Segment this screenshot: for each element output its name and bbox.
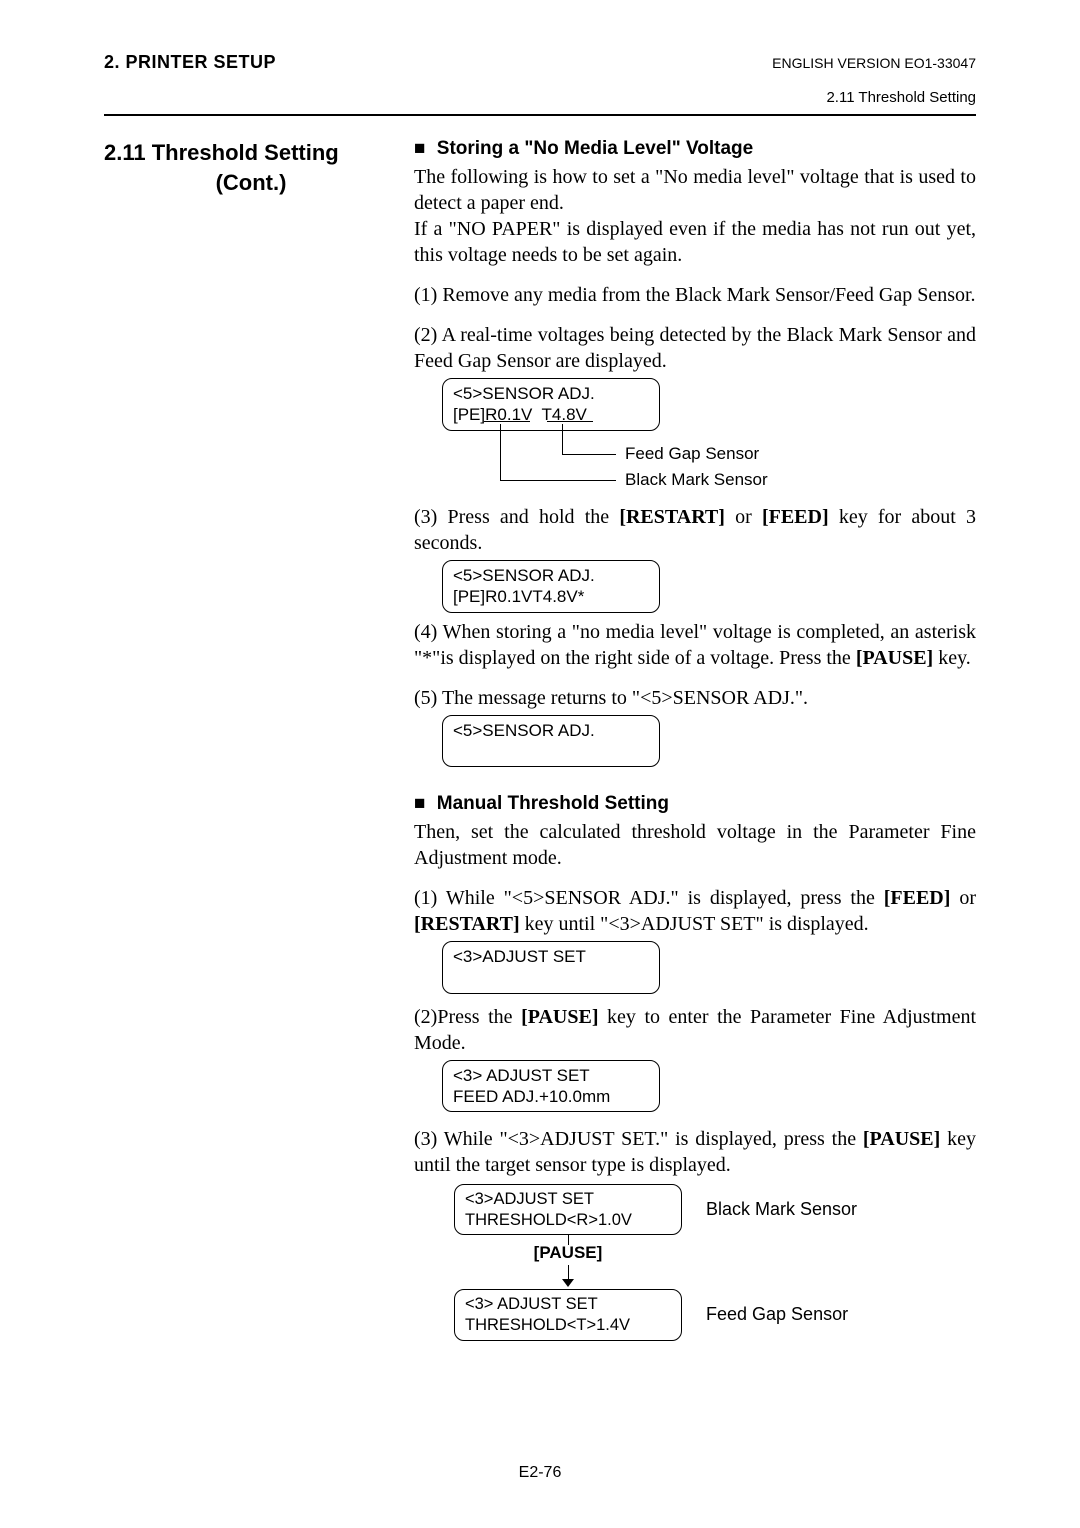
sec2-p1: Then, set the calculated threshold volta… — [414, 819, 976, 871]
heading-text: Manual Threshold Setting — [437, 793, 669, 814]
pause-key: [PAUSE] — [863, 1128, 940, 1150]
pause-flow-diagram: <3>ADJUST SET THRESHOLD<R>1.0V Black Mar… — [454, 1184, 974, 1341]
header-right: ENGLISH VERSION EO1-33047 — [772, 55, 976, 71]
restart-key: [RESTART] — [619, 506, 725, 528]
sec1-step4: (4) When storing a "no media level" volt… — [414, 619, 976, 671]
sec2-step3: (3) While "<3>ADJUST SET." is displayed,… — [414, 1126, 976, 1178]
sec1-step5: (5) The message returns to "<5>SENSOR AD… — [414, 685, 976, 711]
heading-storing-no-media: ■ Storing a "No Media Level" Voltage — [414, 138, 976, 160]
restart-key: [RESTART] — [414, 913, 520, 935]
feed-key: [FEED] — [762, 506, 829, 528]
sec1-p2: If a "NO PAPER" is displayed even if the… — [414, 216, 976, 268]
section-title-line2: (Cont.) — [104, 168, 398, 198]
pause-key: [PAUSE] — [521, 1006, 598, 1028]
feed-gap-sensor-label: Feed Gap Sensor — [706, 1304, 848, 1325]
lcd-sensor-adj-plain: <5>SENSOR ADJ. — [442, 715, 660, 768]
page-number: E2-76 — [0, 1464, 1080, 1482]
lcd-threshold-t: <3> ADJUST SET THRESHOLD<T>1.4V — [454, 1289, 682, 1340]
sec1-step1: (1) Remove any media from the Black Mark… — [414, 282, 976, 308]
heading-manual-threshold: ■ Manual Threshold Setting — [414, 793, 976, 815]
sec2-step2: (2)Press the [PAUSE] key to enter the Pa… — [414, 1004, 976, 1056]
heading-text: Storing a "No Media Level" Voltage — [437, 138, 753, 159]
header-left: 2. PRINTER SETUP — [104, 52, 276, 73]
header-sub: 2.11 Threshold Setting — [104, 89, 976, 106]
pause-key: [PAUSE] — [856, 647, 933, 669]
bullet-icon: ■ — [414, 138, 425, 159]
bullet-icon: ■ — [414, 793, 425, 814]
header-divider — [104, 114, 976, 116]
section-title-line1: 2.11 Threshold Setting — [104, 140, 339, 165]
down-arrow-icon — [562, 1279, 574, 1287]
lcd-sensor-adj-asterisk: <5>SENSOR ADJ. [PE]R0.1VT4.8V* — [442, 560, 660, 613]
feed-gap-sensor-label: Feed Gap Sensor — [625, 444, 759, 464]
sec1-step3: (3) Press and hold the [RESTART] or [FEE… — [414, 504, 976, 556]
feed-key: [FEED] — [884, 887, 951, 909]
sensor-diagram: <5>SENSOR ADJ. [PE]R0.1V T4.8V Feed Gap … — [442, 378, 942, 502]
pause-key-label: [PAUSE] — [454, 1243, 682, 1263]
lcd-adjust-set: <3>ADJUST SET — [442, 941, 660, 994]
black-mark-sensor-label: Black Mark Sensor — [625, 470, 768, 490]
sec1-p1: The following is how to set a "No media … — [414, 164, 976, 216]
section-title: 2.11 Threshold Setting (Cont.) — [104, 138, 398, 197]
sec1-step2: (2) A real-time voltages being detected … — [414, 322, 976, 374]
lcd-threshold-r: <3>ADJUST SET THRESHOLD<R>1.0V — [454, 1184, 682, 1235]
black-mark-sensor-label: Black Mark Sensor — [706, 1199, 857, 1220]
lcd-sensor-adj-voltages: <5>SENSOR ADJ. [PE]R0.1V T4.8V — [442, 378, 660, 431]
sec2-step1: (1) While "<5>SENSOR ADJ." is displayed,… — [414, 885, 976, 937]
lcd-adjust-set-feed: <3> ADJUST SET FEED ADJ.+10.0mm — [442, 1060, 660, 1113]
